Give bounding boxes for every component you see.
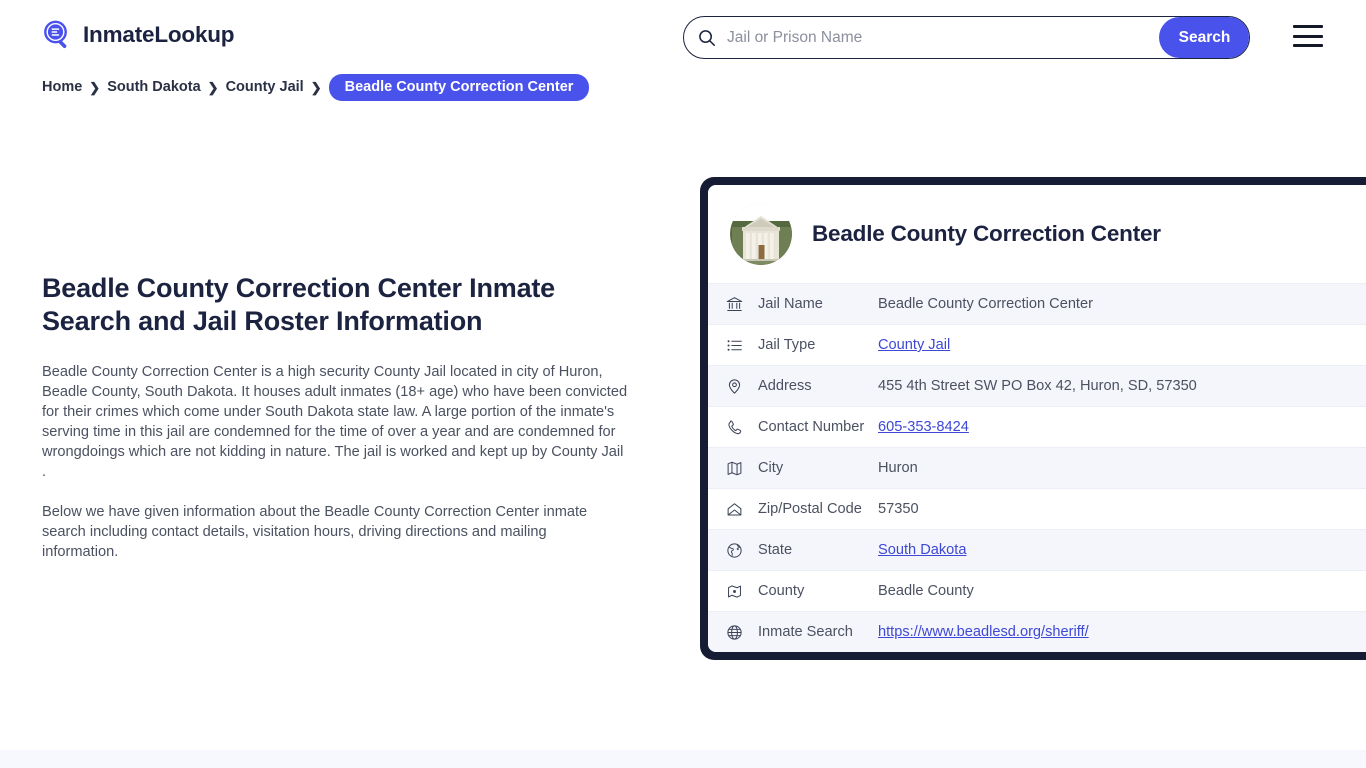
- row-label: City: [758, 460, 878, 476]
- breadcrumb: Home ❯ South Dakota ❯ County Jail ❯ Bead…: [42, 75, 589, 99]
- search-input[interactable]: [716, 17, 1159, 58]
- row-label: Zip/Postal Code: [758, 501, 878, 517]
- courthouse-building-photo: [730, 203, 792, 265]
- table-row: Zip/Postal Code 57350: [708, 488, 1366, 529]
- row-label: State: [758, 542, 878, 558]
- row-value: 455 4th Street SW PO Box 42, Huron, SD, …: [878, 378, 1197, 394]
- table-row: Contact Number 605-353-8424: [708, 406, 1366, 447]
- jail-info-card-header: Beadle County Correction Center: [708, 185, 1366, 283]
- chevron-right-icon: ❯: [89, 81, 100, 94]
- site-header: InmateLookup Search: [0, 0, 1366, 74]
- hamburger-bar: [1293, 44, 1323, 47]
- site-logo[interactable]: InmateLookup: [42, 19, 234, 51]
- globe-americas-icon: [726, 542, 743, 559]
- map-pin-icon: [726, 378, 743, 395]
- table-row: Jail Type County Jail: [708, 324, 1366, 365]
- hamburger-menu-icon[interactable]: [1293, 25, 1323, 47]
- envelope-icon: [726, 501, 743, 518]
- search-icon: [698, 29, 716, 47]
- chevron-right-icon: ❯: [311, 81, 322, 94]
- phone-icon: [726, 419, 743, 436]
- row-label: Inmate Search: [758, 624, 878, 640]
- page-title: Beadle County Correction Center Inmate S…: [42, 272, 632, 338]
- breadcrumb-item-jail-type[interactable]: County Jail: [226, 79, 304, 95]
- hamburger-bar: [1293, 35, 1323, 38]
- row-value: 57350: [878, 501, 919, 517]
- secondary-paragraph: Below we have given information about th…: [42, 502, 608, 562]
- chevron-right-icon: ❯: [208, 81, 219, 94]
- map-marker-area-icon: [726, 583, 743, 600]
- row-value-link[interactable]: County Jail: [878, 337, 950, 353]
- table-row: Inmate Search https://www.beadlesd.org/s…: [708, 611, 1366, 652]
- bottom-band: [0, 750, 1366, 768]
- row-label: Address: [758, 378, 878, 394]
- table-row: State South Dakota: [708, 529, 1366, 570]
- row-value-link[interactable]: 605-353-8424: [878, 419, 969, 435]
- map-icon: [726, 460, 743, 477]
- row-value: Huron: [878, 460, 918, 476]
- intro-paragraph: Beadle County Correction Center is a hig…: [42, 362, 628, 482]
- row-value-link[interactable]: https://www.beadlesd.org/sheriff/: [878, 624, 1089, 640]
- hamburger-bar: [1293, 25, 1323, 28]
- jail-info-table: Jail Name Beadle County Correction Cente…: [708, 283, 1366, 652]
- avatar: [730, 203, 792, 265]
- row-label: Jail Type: [758, 337, 878, 353]
- row-label: Contact Number: [758, 419, 878, 435]
- page-root: InmateLookup Search Home ❯ South Dakota …: [0, 0, 1366, 768]
- jail-info-card: Beadle County Correction Center Jail Nam…: [700, 177, 1366, 660]
- row-value: Beadle County: [878, 583, 974, 599]
- globe-icon: [726, 624, 743, 641]
- breadcrumb-item-home[interactable]: Home: [42, 79, 82, 95]
- bank-icon: [726, 296, 743, 313]
- search-bar[interactable]: Search: [683, 16, 1250, 59]
- jail-info-card-inner: Beadle County Correction Center Jail Nam…: [708, 185, 1366, 652]
- table-row: City Huron: [708, 447, 1366, 488]
- table-row: Jail Name Beadle County Correction Cente…: [708, 283, 1366, 324]
- row-label: Jail Name: [758, 296, 878, 312]
- brand-name: InmateLookup: [83, 22, 234, 48]
- jail-card-title: Beadle County Correction Center: [812, 221, 1161, 247]
- table-row: County Beadle County: [708, 570, 1366, 611]
- magnifier-list-icon: [42, 19, 74, 51]
- article-column: Beadle County Correction Center Inmate S…: [42, 272, 632, 562]
- list-icon: [726, 337, 743, 354]
- row-value-link[interactable]: South Dakota: [878, 542, 966, 558]
- search-button[interactable]: Search: [1159, 17, 1250, 58]
- breadcrumb-item-current: Beadle County Correction Center: [329, 74, 590, 101]
- row-value: Beadle County Correction Center: [878, 296, 1093, 312]
- row-label: County: [758, 583, 878, 599]
- table-row: Address 455 4th Street SW PO Box 42, Hur…: [708, 365, 1366, 406]
- breadcrumb-item-state[interactable]: South Dakota: [107, 79, 200, 95]
